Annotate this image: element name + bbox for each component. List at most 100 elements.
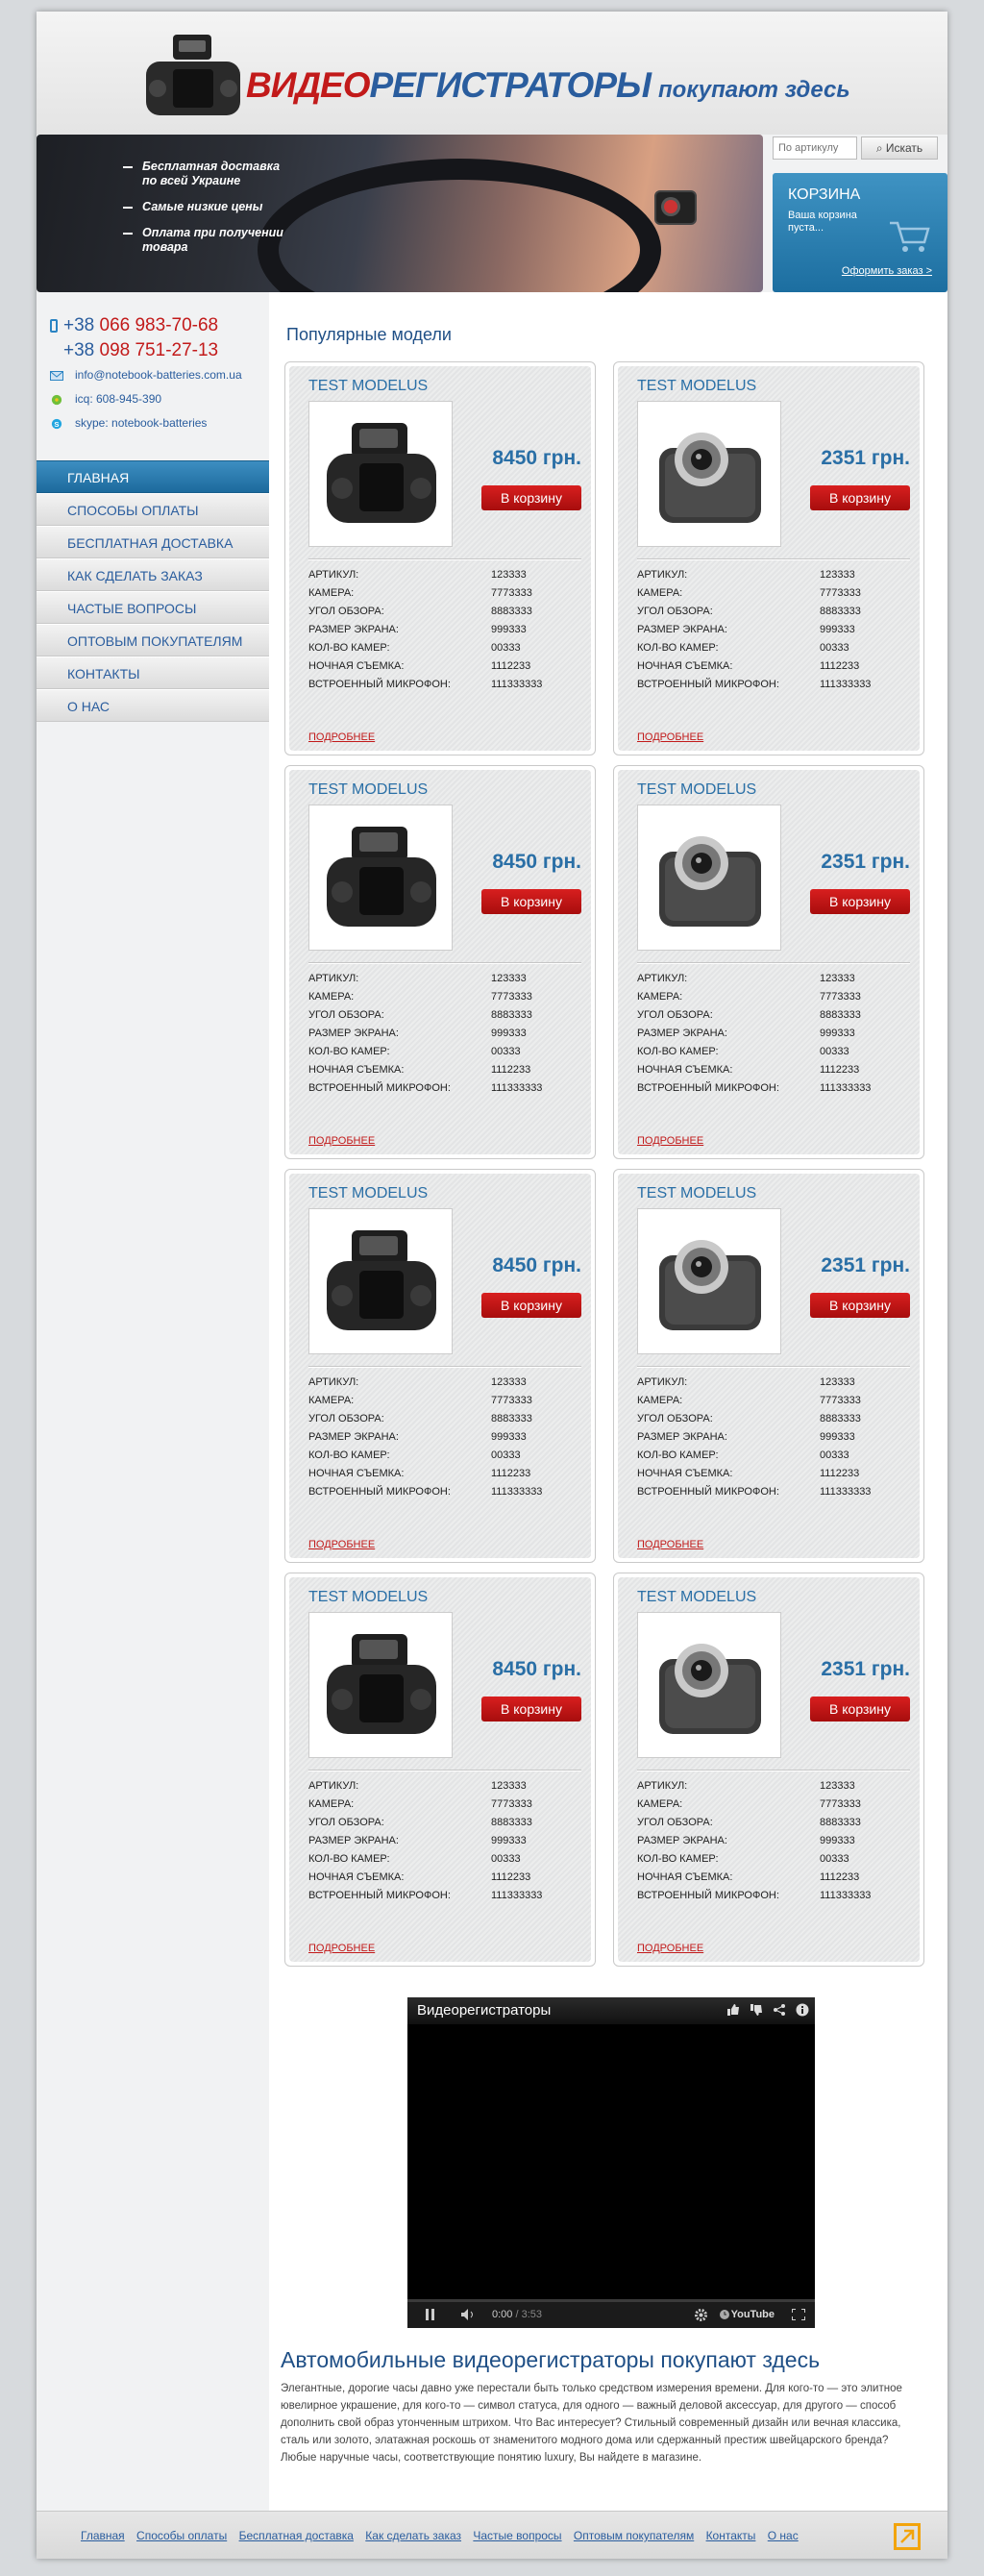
- add-to-cart-button[interactable]: В корзину: [481, 889, 581, 914]
- nav-item-payment[interactable]: СПОСОБЫ ОПЛАТЫ: [37, 493, 269, 526]
- footer-link[interactable]: Как сделать заказ: [365, 2529, 461, 2542]
- skype-contact[interactable]: S skype: notebook-batteries: [50, 411, 269, 435]
- email-contact[interactable]: info@notebook-batteries.com.ua: [50, 363, 269, 387]
- dashcam-black-image: [327, 1230, 436, 1330]
- nav-item-delivery[interactable]: БЕСПЛАТНАЯ ДОСТАВКА: [37, 526, 269, 558]
- spec-value: 1112233: [820, 1063, 860, 1076]
- nav-item-home[interactable]: ГЛАВНАЯ: [37, 460, 277, 494]
- spec-row: НОЧНАЯ СЪЕМКА: 1112233: [637, 1464, 906, 1482]
- spec-row: РАЗМЕР ЭКРАНА: 999333: [308, 620, 578, 638]
- product-card: TEST MODELUS 2351 грн. В корзину АРТИКУЛ: 12…: [613, 1573, 924, 1967]
- video-title[interactable]: Видеорегистраторы: [407, 1997, 815, 2024]
- spec-table: АРТИКУЛ: 123333 КАМЕРА: 7773333 УГОЛ ОБЗОРА:…: [308, 1776, 578, 1904]
- fullscreen-icon[interactable]: [792, 2309, 805, 2320]
- product-name[interactable]: TEST MODELUS: [308, 781, 428, 799]
- scroll-up-arrow-icon[interactable]: [894, 2523, 921, 2550]
- product-photo[interactable]: [637, 1208, 781, 1354]
- volume-icon[interactable]: [461, 2309, 477, 2320]
- product-name[interactable]: TEST MODELUS: [637, 1185, 756, 1202]
- video-player[interactable]: Видеорегистраторы 0:00 / 3:53 YouTube: [407, 1997, 815, 2328]
- spec-value: 1112233: [820, 1870, 860, 1883]
- add-to-cart-button[interactable]: В корзину: [810, 1697, 910, 1721]
- product-photo[interactable]: [637, 805, 781, 951]
- nav-item-faq[interactable]: ЧАСТЫЕ ВОПРОСЫ: [37, 591, 269, 624]
- product-name[interactable]: TEST MODELUS: [308, 378, 428, 395]
- spec-row: УГОЛ ОБЗОРА: 8883333: [308, 1005, 578, 1024]
- add-to-cart-button[interactable]: В корзину: [481, 1293, 581, 1318]
- add-to-cart-button[interactable]: В корзину: [810, 889, 910, 914]
- icq-contact[interactable]: icq: 608-945-390: [50, 387, 269, 411]
- spec-row: УГОЛ ОБЗОРА: 8883333: [308, 602, 578, 620]
- divider: [308, 962, 581, 964]
- share-icon[interactable]: [773, 2003, 786, 2017]
- footer-link[interactable]: Способы оплаты: [136, 2529, 227, 2542]
- spec-table: АРТИКУЛ: 123333 КАМЕРА: 7773333 УГОЛ ОБЗОРА:…: [637, 1373, 906, 1500]
- spec-value: 8883333: [491, 1008, 532, 1021]
- product-photo[interactable]: [308, 1208, 453, 1354]
- nav-item-contacts[interactable]: КОНТАКТЫ: [37, 656, 269, 689]
- spec-label: НОЧНАЯ СЪЕМКА:: [308, 1063, 405, 1076]
- spec-label: НОЧНАЯ СЪЕМКА:: [637, 1467, 733, 1479]
- footer-link[interactable]: Главная: [81, 2529, 125, 2542]
- product-name[interactable]: TEST MODELUS: [637, 1589, 756, 1606]
- checkout-link[interactable]: Оформить заказ >: [842, 265, 932, 277]
- product-name[interactable]: TEST MODELUS: [308, 1185, 428, 1202]
- pause-icon[interactable]: [425, 2309, 436, 2320]
- spec-value: 7773333: [820, 586, 861, 599]
- phone-number[interactable]: +38 098 751-27-13: [50, 338, 269, 363]
- spec-label: РАЗМЕР ЭКРАНА:: [308, 1834, 399, 1846]
- spec-row: КАМЕРА: 7773333: [637, 1795, 906, 1813]
- search-button[interactable]: ⌕ Искать: [861, 136, 938, 160]
- youtube-logo[interactable]: YouTube: [731, 2309, 775, 2320]
- product-photo[interactable]: [308, 401, 453, 547]
- product-photo[interactable]: [637, 401, 781, 547]
- nav-item-how-to-order[interactable]: КАК СДЕЛАТЬ ЗАКАЗ: [37, 558, 269, 591]
- logo-tagline: покупают здесь: [658, 77, 850, 103]
- add-to-cart-button[interactable]: В корзину: [810, 1293, 910, 1318]
- product-photo[interactable]: [308, 1612, 453, 1758]
- product-photo[interactable]: [637, 1612, 781, 1758]
- thumbs-up-icon[interactable]: [726, 2003, 740, 2017]
- spec-row: ВСТРОЕННЫЙ МИКРОФОН: 111333333: [308, 1482, 578, 1500]
- search-input[interactable]: [773, 136, 857, 160]
- footer-links: Главная Способы оплаты Бесплатная достав…: [81, 2529, 807, 2542]
- add-to-cart-button[interactable]: В корзину: [481, 1697, 581, 1721]
- site-logo[interactable]: ВИДЕОРЕГИСТРАТОРЫ покупают здесь: [246, 65, 850, 106]
- product-photo[interactable]: [308, 805, 453, 951]
- spec-table: АРТИКУЛ: 123333 КАМЕРА: 7773333 УГОЛ ОБЗОРА:…: [637, 565, 906, 693]
- product-name[interactable]: TEST MODELUS: [308, 1589, 428, 1606]
- spec-value: 8883333: [491, 1412, 532, 1424]
- details-link[interactable]: ПОДРОБНЕЕ: [308, 1539, 375, 1550]
- details-link[interactable]: ПОДРОБНЕЕ: [637, 1943, 703, 1954]
- nav-item-wholesale[interactable]: ОПТОВЫМ ПОКУПАТЕЛЯМ: [37, 624, 269, 656]
- settings-gear-icon[interactable]: [695, 2309, 707, 2321]
- cart-widget: КОРЗИНА Ваша корзина пуста... Оформить з…: [773, 173, 947, 292]
- footer-link[interactable]: О нас: [768, 2529, 799, 2542]
- details-link[interactable]: ПОДРОБНЕЕ: [637, 731, 703, 743]
- cart-status: Ваша корзина пуста...: [788, 210, 857, 234]
- add-to-cart-button[interactable]: В корзину: [810, 485, 910, 510]
- thumbs-down-icon[interactable]: [750, 2003, 763, 2017]
- details-link[interactable]: ПОДРОБНЕЕ: [637, 1135, 703, 1147]
- details-link[interactable]: ПОДРОБНЕЕ: [308, 731, 375, 743]
- spec-row: КАМЕРА: 7773333: [308, 1391, 578, 1409]
- product-name[interactable]: TEST MODELUS: [637, 781, 756, 799]
- footer-link[interactable]: Контакты: [706, 2529, 756, 2542]
- details-link[interactable]: ПОДРОБНЕЕ: [308, 1943, 375, 1954]
- nav-item-about[interactable]: О НАС: [37, 689, 269, 722]
- product-price: 8450 грн.: [492, 1658, 581, 1680]
- add-to-cart-button[interactable]: В корзину: [481, 485, 581, 510]
- details-link[interactable]: ПОДРОБНЕЕ: [637, 1539, 703, 1550]
- footer-link[interactable]: Частые вопросы: [473, 2529, 561, 2542]
- footer-link[interactable]: Оптовым покупателям: [574, 2529, 694, 2542]
- spec-row: УГОЛ ОБЗОРА: 8883333: [637, 1005, 906, 1024]
- info-icon[interactable]: [796, 2003, 809, 2017]
- product-price: 8450 грн.: [492, 1254, 581, 1276]
- sidebar: +38 066 983-70-68 +38 098 751-27-13 info…: [37, 292, 277, 2511]
- phone-number[interactable]: +38 066 983-70-68: [50, 313, 269, 338]
- product-name[interactable]: TEST MODELUS: [637, 378, 756, 395]
- footer-link[interactable]: Бесплатная доставка: [239, 2529, 354, 2542]
- clock-icon[interactable]: [719, 2309, 730, 2320]
- spec-label: ВСТРОЕННЫЙ МИКРОФОН:: [308, 1081, 451, 1094]
- details-link[interactable]: ПОДРОБНЕЕ: [308, 1135, 375, 1147]
